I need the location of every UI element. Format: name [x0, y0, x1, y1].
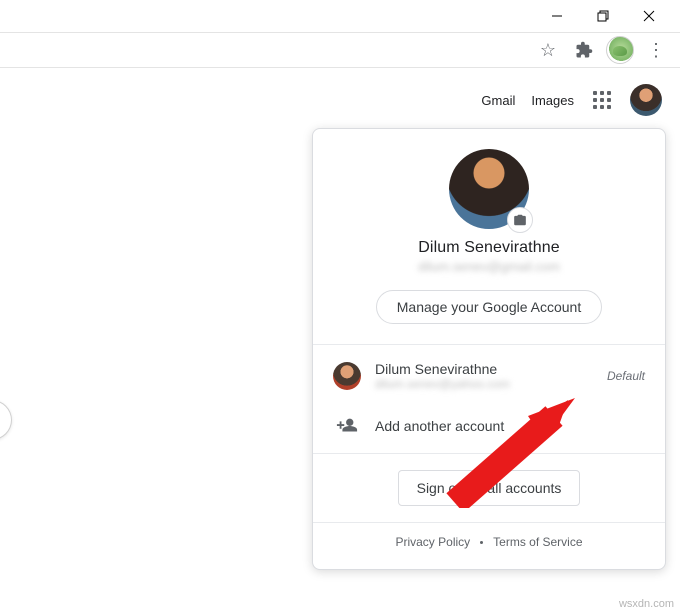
bookmark-star-icon[interactable]: ☆: [534, 36, 562, 64]
window-minimize-button[interactable]: [534, 0, 580, 32]
offscreen-arc: [0, 400, 12, 440]
change-photo-button[interactable]: [507, 207, 533, 233]
account-row-name: Dilum Senevirathne: [375, 361, 593, 377]
account-switcher-panel: Dilum Senevirathne dilum.senev@gmail.com…: [312, 128, 666, 570]
window-close-button[interactable]: [626, 0, 672, 32]
watermark: wsxdn.com: [619, 598, 674, 610]
signout-section: Sign out of all accounts: [313, 454, 665, 523]
account-row-avatar: [333, 362, 361, 390]
browser-toolbar: ☆ ⋮: [0, 32, 680, 68]
account-row[interactable]: Dilum Senevirathne dilum.senev@yahoo.com…: [313, 349, 665, 403]
extensions-icon[interactable]: [570, 36, 598, 64]
account-email: dilum.senev@gmail.com: [418, 259, 560, 274]
account-name: Dilum Senevirathne: [418, 239, 559, 257]
images-link[interactable]: Images: [531, 93, 574, 108]
window-maximize-button[interactable]: [580, 0, 626, 32]
person-add-icon: [333, 415, 361, 437]
default-tag: Default: [607, 369, 645, 383]
gmail-link[interactable]: Gmail: [481, 93, 515, 108]
add-account-label-wrap: Add another account: [375, 418, 645, 434]
accounts-list: Dilum Senevirathne dilum.senev@yahoo.com…: [313, 345, 665, 454]
signout-button[interactable]: Sign out of all accounts: [398, 470, 581, 506]
google-apps-icon[interactable]: [590, 88, 614, 112]
browser-menu-icon[interactable]: ⋮: [642, 36, 670, 64]
privacy-link[interactable]: Privacy Policy: [395, 535, 470, 549]
dot-separator: [480, 541, 483, 544]
window-controls: [0, 0, 680, 32]
account-row-email: dilum.senev@yahoo.com: [375, 377, 593, 391]
account-avatar[interactable]: [630, 84, 662, 116]
add-account-row[interactable]: Add another account: [313, 403, 665, 449]
account-row-info: Dilum Senevirathne dilum.senev@yahoo.com: [375, 361, 593, 391]
manage-account-button[interactable]: Manage your Google Account: [376, 290, 602, 324]
current-account-section: Dilum Senevirathne dilum.senev@gmail.com…: [313, 129, 665, 345]
google-header: Gmail Images: [0, 68, 680, 132]
panel-footer: Privacy Policy Terms of Service: [313, 523, 665, 565]
browser-profile-icon[interactable]: [606, 36, 634, 64]
terms-link[interactable]: Terms of Service: [493, 535, 582, 549]
avatar-container: [449, 149, 529, 229]
add-account-label: Add another account: [375, 418, 645, 434]
